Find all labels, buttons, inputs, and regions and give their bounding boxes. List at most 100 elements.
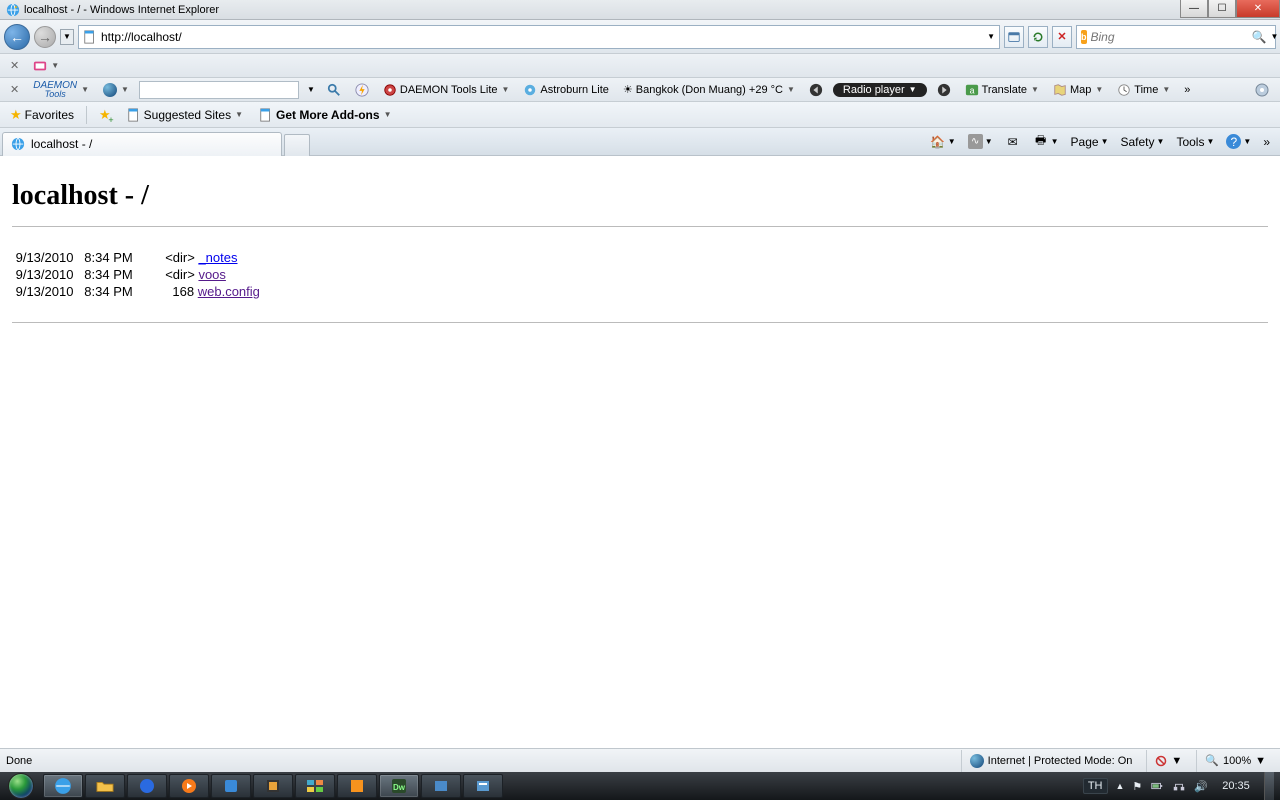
security-zone[interactable]: Internet | Protected Mode: On (961, 750, 1141, 772)
search-input[interactable] (1091, 30, 1248, 44)
directory-entry-link[interactable]: web.config (198, 284, 260, 299)
back-button[interactable]: ← (4, 24, 30, 50)
status-text: Done (6, 755, 32, 767)
daemon-search-go[interactable] (323, 82, 345, 98)
taskbar-app-3[interactable] (127, 774, 167, 798)
directory-listing: 9/13/2010 8:34 PM <dir> _notes 9/13/2010… (12, 249, 1268, 300)
tray-volume-icon[interactable]: 🔊 (1194, 780, 1208, 793)
radio-next[interactable] (933, 82, 955, 98)
taskbar-app-11[interactable] (463, 774, 503, 798)
tray-show-hidden[interactable]: ▲ (1116, 781, 1125, 791)
window-titlebar: localhost - / - Windows Internet Explore… (0, 0, 1280, 20)
help-button[interactable]: ?▼ (1222, 132, 1255, 151)
radio-prev[interactable] (805, 82, 827, 98)
daemon-settings-icon[interactable] (1250, 81, 1274, 99)
tray-power-icon[interactable] (1150, 779, 1164, 793)
refresh-button[interactable] (1028, 26, 1048, 48)
protected-mode-toggle[interactable]: ▼ (1146, 750, 1190, 772)
tools-menu[interactable]: Tools▼ (1172, 133, 1218, 151)
page-icon (127, 108, 141, 122)
daemon-toolbar-close[interactable]: ✕ (6, 83, 23, 96)
daemon-search-input[interactable] (139, 81, 299, 99)
add-to-favorites[interactable]: ★+ (95, 106, 115, 124)
close-button[interactable]: ✕ (1236, 0, 1280, 18)
daemon-search-dd[interactable]: ▼ (305, 85, 317, 94)
read-mail-button[interactable]: ✉ (1001, 132, 1025, 152)
command-more[interactable]: » (1259, 133, 1274, 151)
page-icon (83, 30, 97, 44)
rss-icon: ∿ (968, 134, 983, 149)
map-button[interactable]: Map▼ (1049, 82, 1107, 98)
suggested-sites[interactable]: Suggested Sites▼ (123, 107, 247, 123)
status-bar: Done Internet | Protected Mode: On ▼ 🔍10… (0, 748, 1280, 772)
daemon-tools-lite[interactable]: DAEMON Tools Lite▼ (379, 82, 514, 98)
maximize-button[interactable]: ☐ (1208, 0, 1236, 18)
taskbar-explorer[interactable] (85, 774, 125, 798)
language-indicator[interactable]: TH (1083, 778, 1108, 794)
tray-clock[interactable]: 20:35 (1216, 780, 1256, 792)
addon-row-1: ✕ ▼ (0, 54, 1280, 78)
page-heading: localhost - / (12, 180, 1268, 212)
svg-text:a: a (969, 85, 974, 95)
addon-row-1-close[interactable]: ✕ (6, 59, 23, 72)
tray-flag-icon[interactable]: ⚑ (1132, 780, 1142, 793)
taskbar-app-6[interactable] (253, 774, 293, 798)
directory-entry-link[interactable]: _notes (198, 250, 237, 265)
safety-menu[interactable]: Safety▼ (1117, 133, 1169, 151)
tray-network-icon[interactable] (1172, 779, 1186, 793)
tab-row: localhost - / 🏠▼ ∿▼ ✉ 🖶▼ Page▼ Safety▼ T… (0, 128, 1280, 156)
minimize-button[interactable]: — (1180, 0, 1208, 18)
globe-icon (103, 83, 117, 97)
taskbar-app-7[interactable] (295, 774, 335, 798)
address-input[interactable] (101, 30, 983, 44)
new-tab-button[interactable] (284, 134, 310, 156)
show-desktop-button[interactable] (1264, 772, 1274, 800)
stop-button[interactable]: ✕ (1052, 26, 1072, 48)
taskbar-wmp[interactable] (169, 774, 209, 798)
taskbar-ie[interactable] (43, 774, 83, 798)
start-button[interactable] (0, 772, 42, 800)
search-box[interactable]: b 🔍 ▼ (1076, 25, 1276, 49)
print-button[interactable]: 🖶▼ (1029, 132, 1063, 152)
get-more-addons[interactable]: Get More Add-ons▼ (255, 107, 395, 123)
daemon-search-engine[interactable]: ▼ (99, 82, 133, 98)
radio-player[interactable]: Radio player▼ (833, 83, 927, 97)
divider (12, 322, 1268, 323)
directory-entry-link[interactable]: voos (198, 267, 225, 282)
address-dropdown-icon[interactable]: ▼ (987, 32, 995, 41)
zoom-icon: 🔍 (1205, 754, 1219, 767)
windows-orb-icon (8, 773, 34, 799)
weather-widget[interactable]: ☀Bangkok (Don Muang) +29 °C▼ (619, 82, 799, 97)
nav-row: ← → ▼ ▼ ✕ b 🔍 ▼ (0, 20, 1280, 54)
star-add-icon: ★+ (99, 107, 111, 123)
daemon-brand[interactable]: DAEMON Tools ▼ (29, 80, 93, 100)
home-button[interactable]: 🏠▼ (926, 132, 960, 152)
address-bar[interactable]: ▼ (78, 25, 1000, 49)
taskbar-app-5[interactable] (211, 774, 251, 798)
taskbar-app-10[interactable] (421, 774, 461, 798)
nav-history-dropdown[interactable]: ▼ (60, 29, 74, 45)
divider (12, 226, 1268, 227)
page-content: localhost - / 9/13/2010 8:34 PM <dir> _n… (0, 166, 1280, 748)
daemon-lightning-icon[interactable] (351, 82, 373, 98)
printer-icon: 🖶 (1033, 134, 1049, 150)
taskbar-dreamweaver[interactable]: Dw (379, 774, 419, 798)
translate-button[interactable]: aTranslate▼ (961, 82, 1043, 98)
addon-row-1-icon[interactable]: ▼ (29, 58, 63, 74)
tab-localhost[interactable]: localhost - / (2, 132, 282, 156)
page-menu[interactable]: Page▼ (1067, 133, 1113, 151)
mail-icon: ✉ (1005, 134, 1021, 150)
search-dropdown-icon[interactable]: ▼ (1270, 32, 1278, 41)
time-button[interactable]: Time▼ (1113, 82, 1174, 98)
astroburn-lite[interactable]: Astroburn Lite (519, 82, 612, 98)
ie-icon (11, 137, 25, 151)
search-button[interactable]: 🔍 (1252, 30, 1267, 44)
zoom-control[interactable]: 🔍100%▼ (1196, 750, 1274, 772)
compat-view-button[interactable] (1004, 26, 1024, 48)
forward-button[interactable]: → (34, 26, 56, 48)
favorites-button[interactable]: ★Favorites (6, 106, 78, 124)
feeds-button[interactable]: ∿▼ (964, 132, 997, 151)
system-tray: TH ▲ ⚑ 🔊 20:35 (1083, 772, 1280, 800)
taskbar-app-8[interactable] (337, 774, 377, 798)
daemon-more[interactable]: » (1180, 83, 1194, 97)
